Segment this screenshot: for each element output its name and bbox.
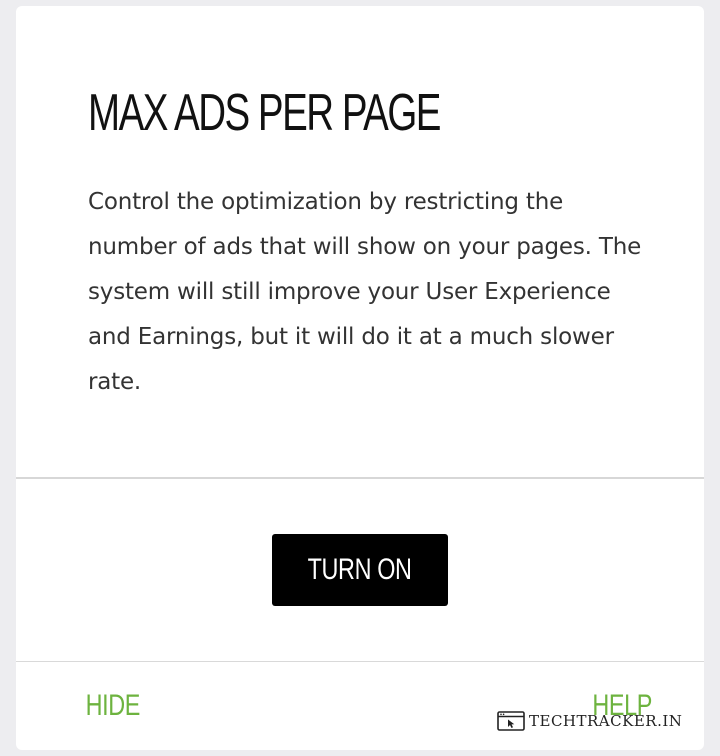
panel-title: MAX ADS PER PAGE [88,84,441,142]
watermark-text: TECHTRACKER.IN [529,712,683,730]
watermark: TECHTRACKER.IN [497,710,682,732]
browser-window-icon [497,711,525,731]
turn-on-button[interactable]: TURN ON [272,534,448,606]
hide-link-label: HIDE [85,689,141,722]
hide-link[interactable]: HIDE [78,688,148,724]
turn-on-button-label: TURN ON [308,553,412,586]
footer-divider [16,661,704,662]
ads-settings-card: MAX ADS PER PAGE Control the optimizatio… [16,6,704,750]
section-divider [16,477,704,479]
panel-description: Control the optimization by restricting … [88,189,642,395]
setting-info-section: MAX ADS PER PAGE Control the optimizatio… [16,6,704,478]
